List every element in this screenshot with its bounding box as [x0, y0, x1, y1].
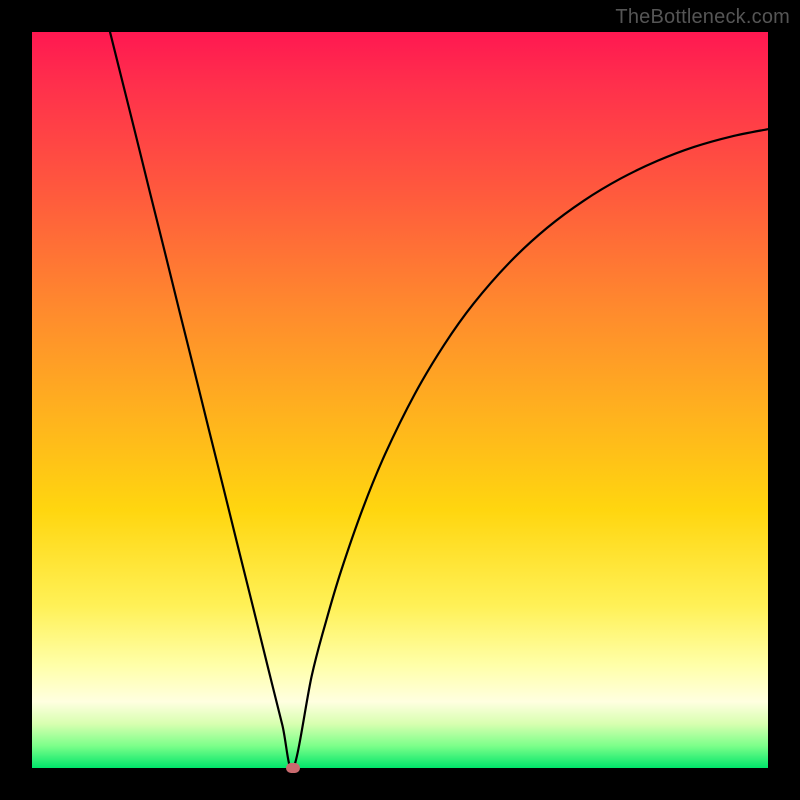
optimum-marker: [286, 763, 300, 773]
bottleneck-curve: [32, 32, 768, 768]
watermark-text: TheBottleneck.com: [615, 6, 790, 29]
chart-frame: TheBottleneck.com: [0, 0, 800, 800]
plot-area: [32, 32, 768, 768]
